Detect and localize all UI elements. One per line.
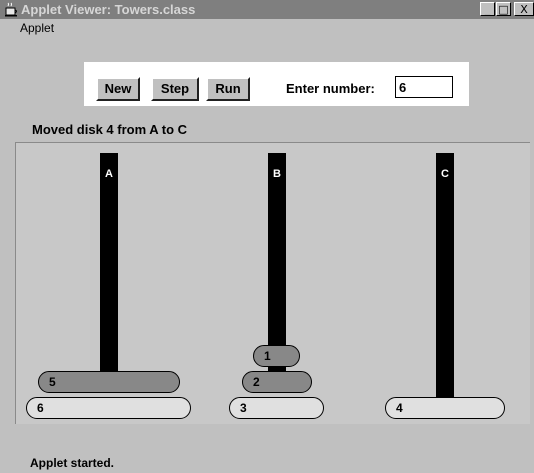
disk-2-label: 2	[253, 375, 260, 389]
peg-a: A	[100, 153, 118, 375]
disk-2: 2	[242, 371, 312, 393]
minimize-button[interactable]: _	[480, 2, 495, 16]
disk-1: 1	[253, 345, 300, 367]
applet-viewer-window: Applet Viewer: Towers.class _ □ X Applet…	[0, 0, 534, 473]
menu-bar: Applet	[0, 19, 534, 39]
towers-canvas: A B C 6 5 3 2 1 4	[15, 142, 530, 424]
disk-6-label: 6	[37, 401, 44, 415]
peg-b-label: B	[273, 168, 281, 180]
disk-4-label: 4	[396, 401, 403, 415]
status-bar: Applet started.	[0, 448, 534, 473]
java-cup-icon	[5, 2, 17, 17]
move-message: Moved disk 4 from A to C	[32, 122, 188, 137]
peg-b: B	[268, 153, 286, 375]
run-button[interactable]: Run	[206, 77, 250, 101]
peg-c-label: C	[441, 168, 449, 180]
menu-applet[interactable]: Applet	[20, 21, 54, 35]
disk-1-label: 1	[264, 349, 271, 363]
peg-c: C	[436, 153, 454, 407]
disk-3: 3	[229, 397, 324, 419]
disk-4: 4	[385, 397, 505, 419]
window-title: Applet Viewer: Towers.class	[21, 2, 196, 17]
maximize-button[interactable]: □	[496, 2, 511, 16]
step-button[interactable]: Step	[151, 77, 199, 101]
number-input[interactable]	[395, 76, 453, 98]
disk-6: 6	[26, 397, 191, 419]
peg-a-label: A	[105, 168, 113, 180]
disk-5-label: 5	[49, 375, 56, 389]
new-button[interactable]: New	[96, 77, 140, 101]
title-bar[interactable]: Applet Viewer: Towers.class _ □ X	[0, 0, 534, 19]
close-button[interactable]: X	[514, 2, 534, 16]
number-label: Enter number:	[286, 81, 375, 96]
control-panel: New Step Run Enter number:	[84, 62, 469, 106]
disk-5: 5	[38, 371, 180, 393]
disk-3-label: 3	[240, 401, 247, 415]
status-bar-text: Applet started.	[30, 456, 115, 470]
